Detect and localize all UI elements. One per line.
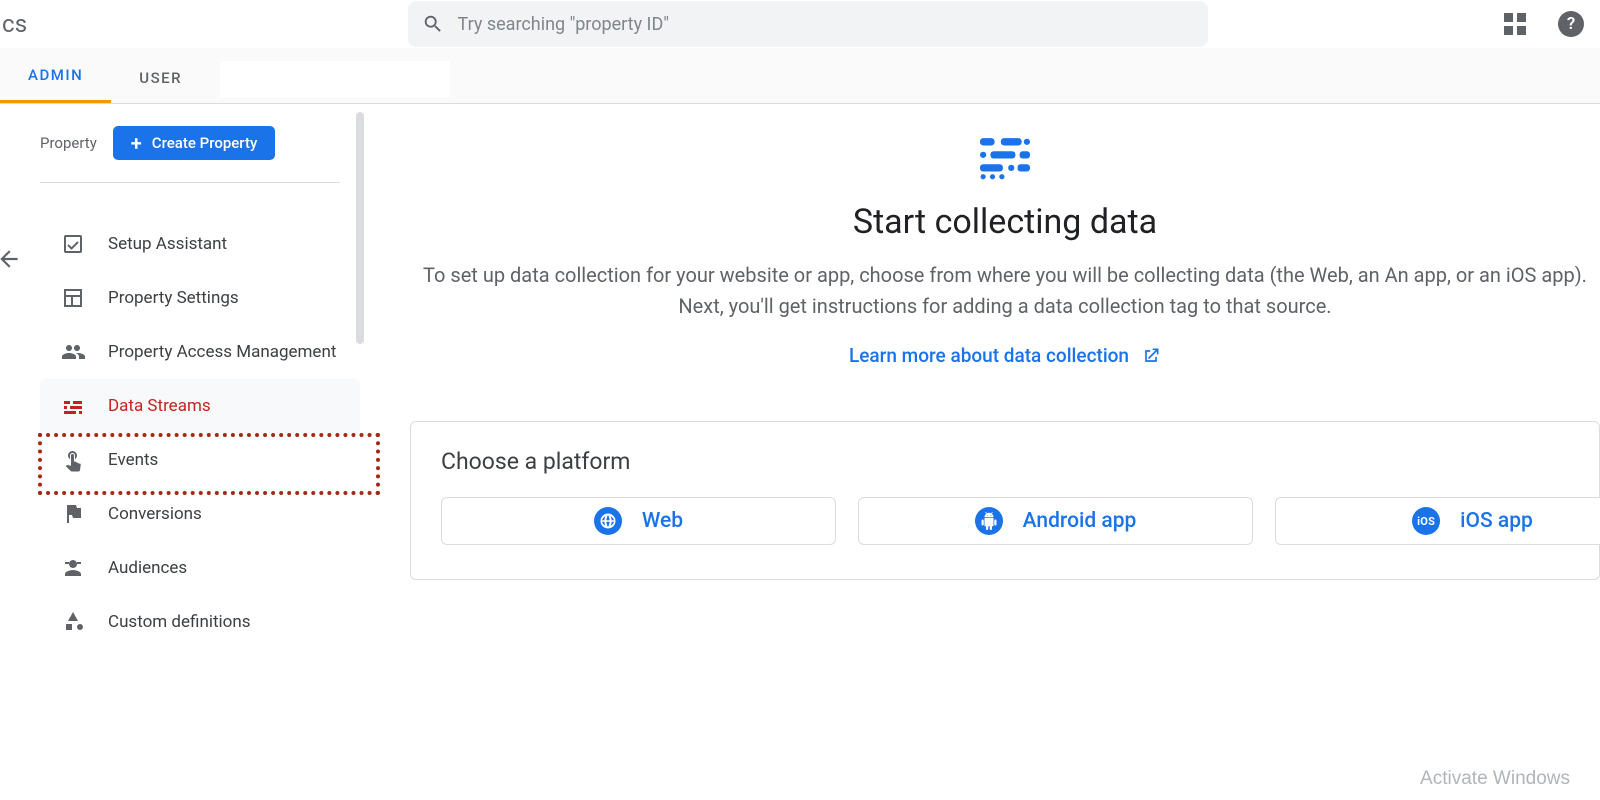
sidebar-item-label: Data Streams [108, 396, 211, 416]
external-link-icon [1141, 346, 1161, 366]
apps-icon[interactable] [1504, 13, 1526, 35]
property-divider [40, 182, 340, 183]
check-square-icon [60, 231, 86, 257]
hero-description: To set up data collection for your websi… [415, 260, 1595, 322]
platform-label: Android app [1023, 509, 1137, 533]
sidebar-item-events[interactable]: Events [40, 433, 360, 487]
sidebar-item-label: Conversions [108, 504, 202, 524]
plus-icon: + [131, 135, 142, 151]
sidebar-item-label: Property Access Management [108, 341, 336, 363]
platform-label: Web [642, 509, 683, 533]
sidebar-item-custom-definitions[interactable]: Custom definitions [40, 595, 360, 649]
platform-label: iOS app [1460, 509, 1533, 533]
layout: Property + Create Property Setup Assista… [0, 104, 1600, 800]
sidebar-item-conversions[interactable]: Conversions [40, 487, 360, 541]
ios-icon: iOS [1412, 507, 1440, 535]
sidebar-item-property-settings[interactable]: Property Settings [40, 271, 360, 325]
sidebar-item-label: Custom definitions [108, 612, 251, 632]
property-menu: Setup Assistant Property Settings Proper… [40, 217, 360, 649]
property-section-label: Property [40, 134, 97, 152]
sidebar-scrollbar[interactable] [356, 112, 364, 344]
stream-icon [60, 393, 86, 419]
property-header: Property + Create Property [40, 126, 370, 160]
platform-ios-button[interactable]: iOS iOS app [1275, 497, 1600, 545]
hero-section: Start collecting data To set up data col… [415, 138, 1595, 367]
flag-icon [60, 501, 86, 527]
sidebar-item-label: Property Settings [108, 288, 239, 308]
search-input[interactable] [444, 14, 1194, 35]
platform-buttons: Web Android app iOS iOS app [441, 497, 1569, 545]
tab-user[interactable]: USER [111, 55, 210, 103]
main-content: Start collecting data To set up data col… [370, 104, 1600, 800]
help-icon[interactable]: ? [1558, 11, 1584, 37]
learn-more-label: Learn more about data collection [849, 344, 1129, 367]
sidebar-item-setup-assistant[interactable]: Setup Assistant [40, 217, 360, 271]
sidebar-item-label: Audiences [108, 558, 187, 578]
touch-icon [60, 447, 86, 473]
sidebar-item-label: Events [108, 450, 158, 470]
android-icon [975, 507, 1003, 535]
create-property-button[interactable]: + Create Property [113, 126, 276, 160]
back-arrow[interactable] [0, 244, 24, 274]
tab-admin[interactable]: ADMIN [0, 52, 111, 103]
sidebar-item-label: Setup Assistant [108, 234, 227, 254]
topbar-icons: ? [1504, 11, 1584, 37]
product-name-fragment: ytics [0, 10, 28, 38]
choose-platform-card: Choose a platform Web Android app iOS iO… [410, 421, 1600, 580]
create-property-label: Create Property [152, 134, 258, 152]
admin-tabs: ADMIN USER [0, 48, 1600, 104]
choose-platform-title: Choose a platform [441, 448, 1569, 475]
platform-android-button[interactable]: Android app [858, 497, 1253, 545]
tab-placeholder [220, 61, 450, 97]
sidebar-item-data-streams[interactable]: Data Streams [40, 379, 360, 433]
layout-icon [60, 285, 86, 311]
hero-title: Start collecting data [415, 202, 1595, 242]
sidebar-item-audiences[interactable]: Audiences [40, 541, 360, 595]
people-icon [60, 339, 86, 365]
custom-icon [60, 609, 86, 635]
search-box[interactable] [408, 1, 1208, 47]
arrow-left-icon [0, 246, 22, 272]
search-icon [422, 13, 444, 35]
globe-icon [594, 507, 622, 535]
audience-icon [60, 555, 86, 581]
top-bar: ytics ? [0, 0, 1600, 48]
learn-more-link[interactable]: Learn more about data collection [849, 344, 1161, 367]
sidebar-item-property-access[interactable]: Property Access Management [40, 325, 360, 379]
data-flow-icon [980, 138, 1030, 184]
platform-web-button[interactable]: Web [441, 497, 836, 545]
property-sidebar: Property + Create Property Setup Assista… [0, 104, 370, 800]
windows-activation-watermark: Activate Windows [1420, 768, 1570, 790]
